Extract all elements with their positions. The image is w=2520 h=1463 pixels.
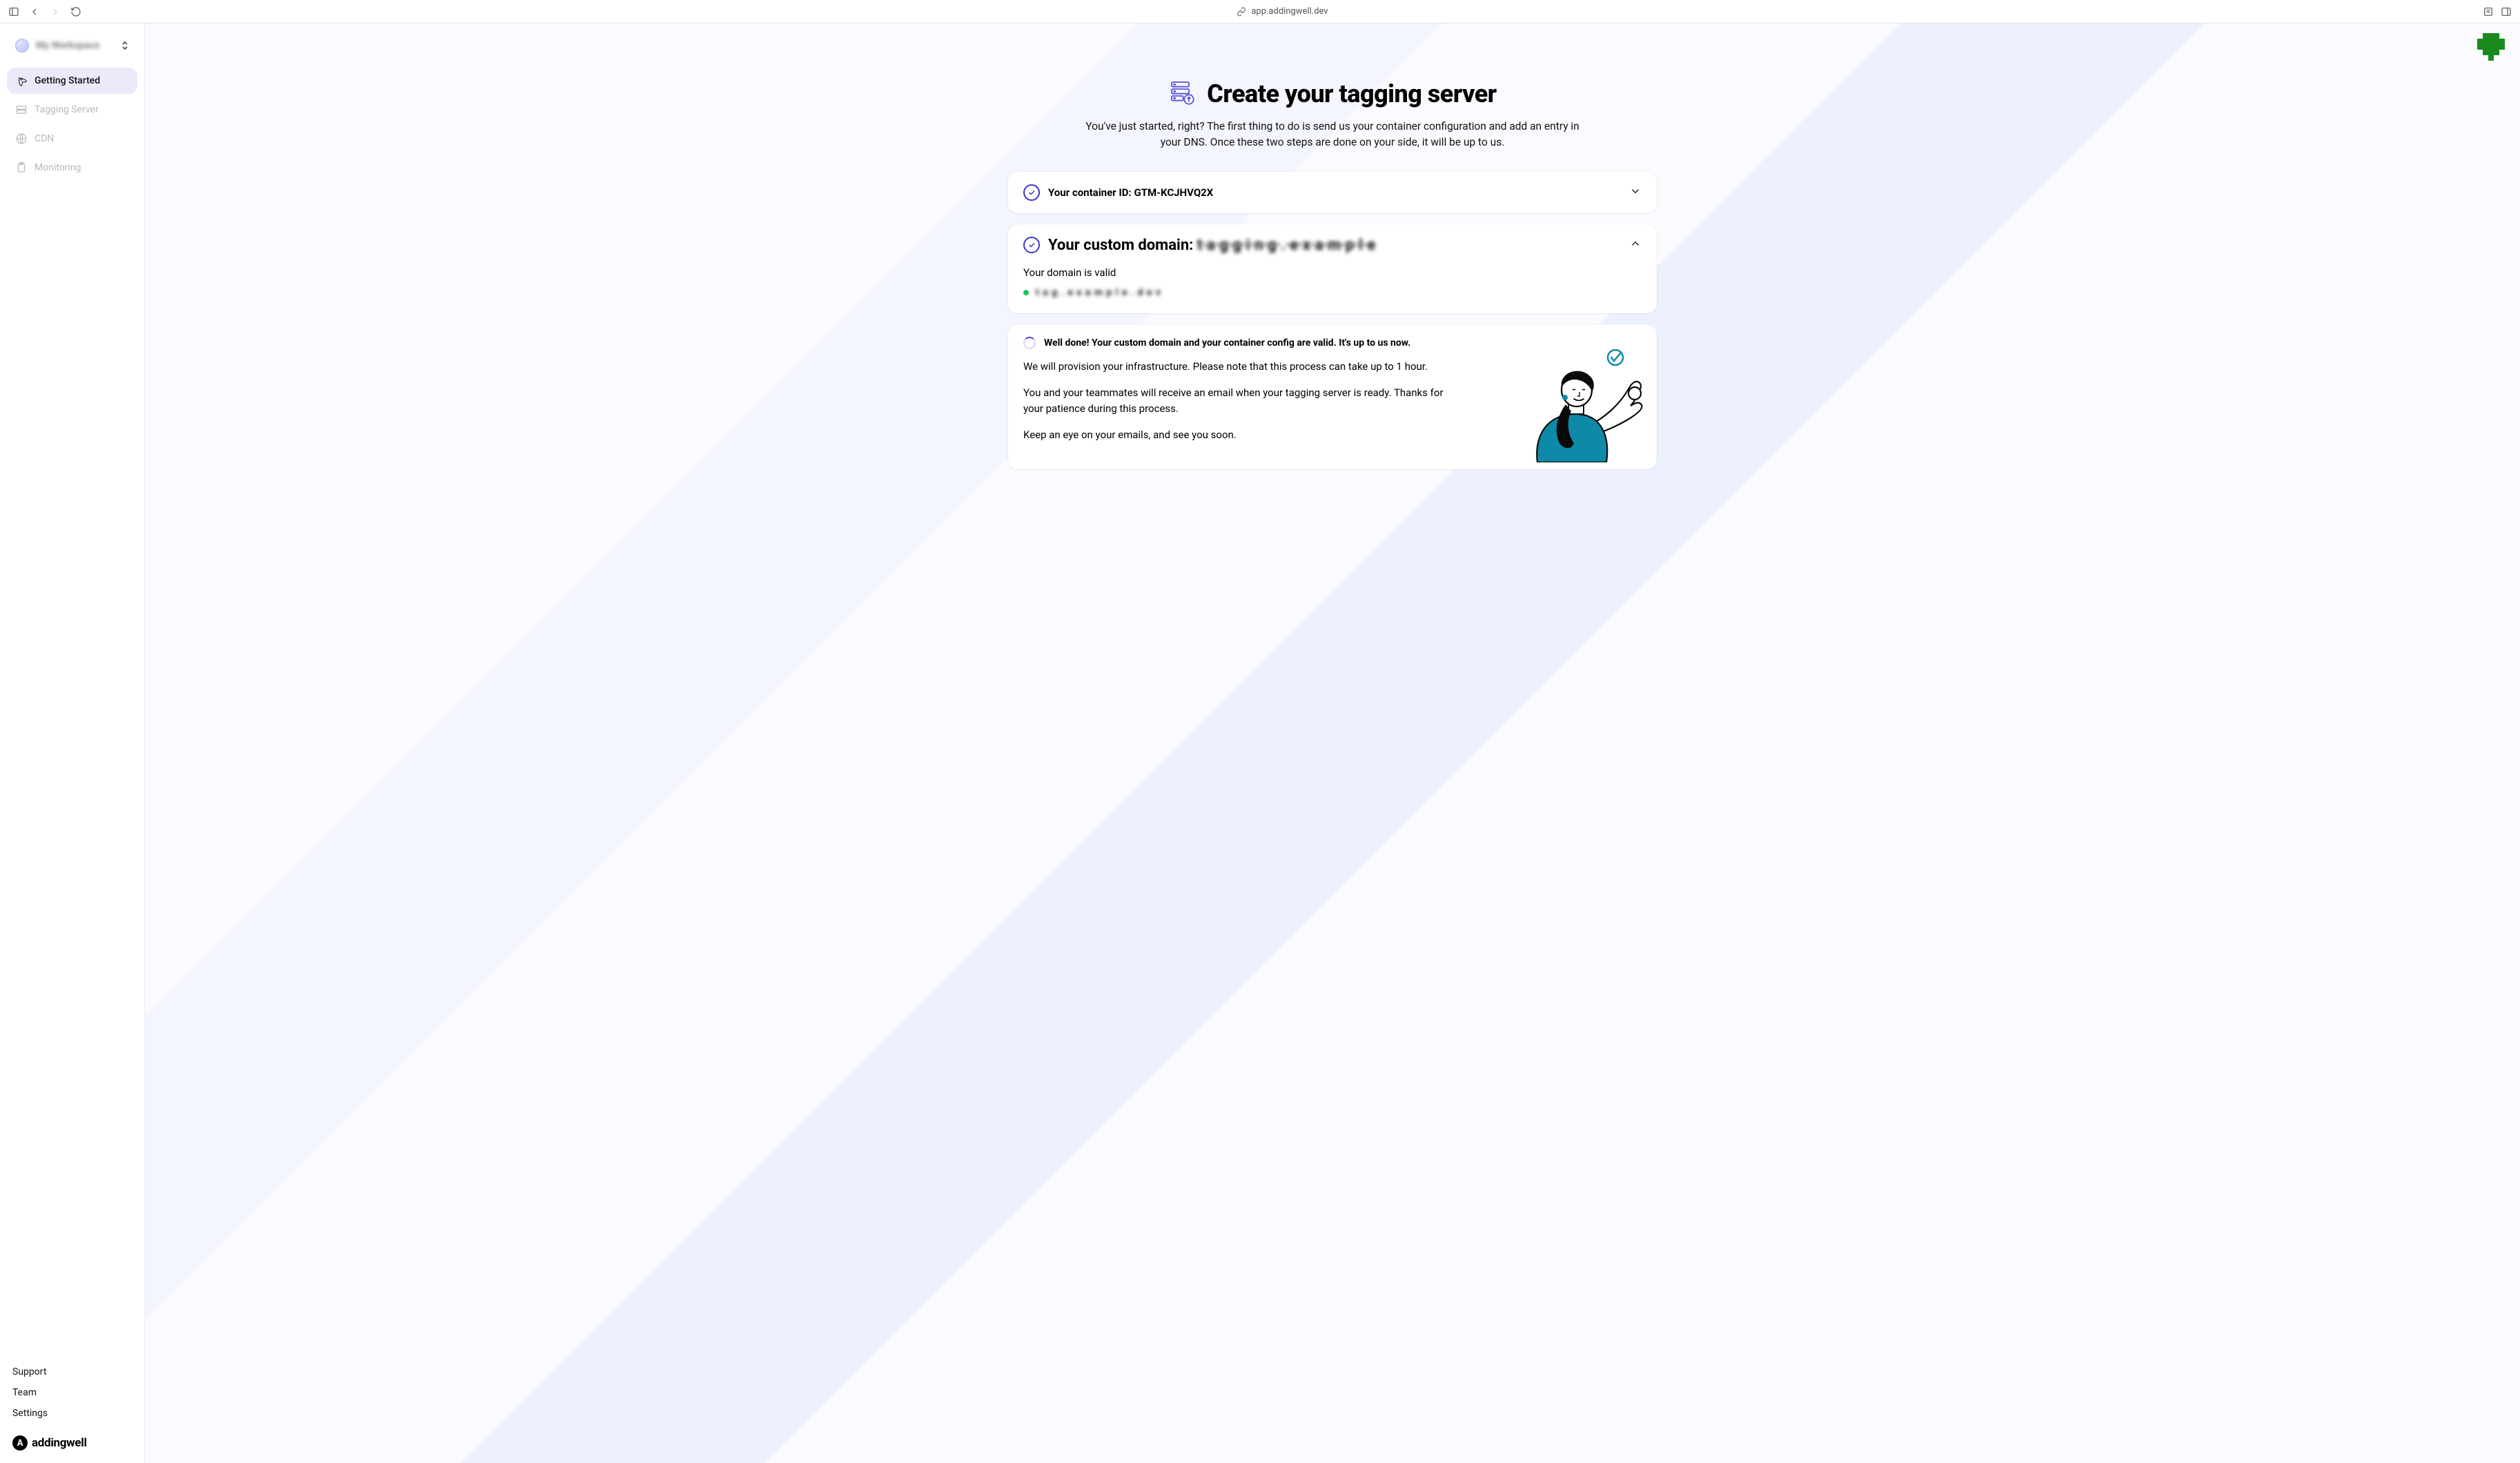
sidebar-item-label: Getting Started xyxy=(35,75,100,86)
chevron-updown-icon xyxy=(121,40,129,52)
check-circle-icon xyxy=(1023,237,1040,253)
sidebar-item-monitoring[interactable]: Monitoring xyxy=(7,155,137,181)
panel-right-icon[interactable] xyxy=(2501,6,2512,17)
well-done-p3: Keep an eye on your emails, and see you … xyxy=(1023,427,1465,443)
check-circle-icon xyxy=(1023,184,1040,201)
well-done-heading: Well done! Your custom domain and your c… xyxy=(1044,337,1410,348)
url-text[interactable]: app.addingwell.dev xyxy=(1251,6,1328,17)
domain-valid-text: Your domain is valid xyxy=(1023,266,1642,279)
globe-outline-icon xyxy=(15,132,28,145)
container-label: Your container ID: xyxy=(1048,186,1134,199)
sidebar-item-getting-started[interactable]: Getting Started xyxy=(7,68,137,94)
container-id-value: GTM-KCJHVQ2X xyxy=(1134,186,1213,199)
card-head-container[interactable]: Your container ID: GTM-KCJHVQ2X xyxy=(1008,172,1657,213)
card-head-domain[interactable]: Your custom domain: t·a·g·g·i·n·g·.·e·x·… xyxy=(1008,224,1657,266)
forward-icon xyxy=(50,6,61,17)
sidebar: My Workspace Getting Started Tagging Ser… xyxy=(0,23,145,1463)
rocket-icon xyxy=(15,75,28,87)
back-icon[interactable] xyxy=(29,6,40,17)
chevron-up-icon xyxy=(1629,237,1642,253)
clipboard-icon xyxy=(15,161,28,174)
globe-icon xyxy=(15,39,29,52)
domain-label: Your custom domain: xyxy=(1048,237,1197,254)
brand-mark-icon: A xyxy=(12,1435,28,1451)
workspace-name: My Workspace xyxy=(36,40,114,51)
well-done-p1: We will provision your infrastructure. P… xyxy=(1023,359,1465,375)
link-icon xyxy=(1236,6,1247,17)
domain-value-masked: t·a·g·g·i·n·g·.·e·x·a·m·p·l·e xyxy=(1197,237,1375,254)
workspace-switcher[interactable]: My Workspace xyxy=(8,33,136,58)
status-dot-icon xyxy=(1023,290,1029,295)
chevron-down-icon xyxy=(1629,185,1642,200)
well-done-p2: You and your teammates will receive an e… xyxy=(1023,385,1465,416)
brand-text: addingwell xyxy=(32,1436,87,1450)
reader-icon[interactable] xyxy=(2483,6,2494,17)
sidebar-item-label: CDN xyxy=(35,133,54,144)
card-title: Your custom domain: t·a·g·g·i·n·g·.·e·x·… xyxy=(1048,237,1375,254)
server-icon xyxy=(15,104,28,116)
card-body-domain: Your domain is valid t a g . e x a m p l… xyxy=(1008,266,1657,313)
spinner-icon xyxy=(1023,337,1036,349)
card-container-id: Your container ID: GTM-KCJHVQ2X xyxy=(1008,172,1657,213)
page-title: Create your tagging server xyxy=(1207,79,1496,108)
page-header: Create your tagging server You've just s… xyxy=(1008,79,1657,151)
avatar[interactable] xyxy=(2477,33,2505,61)
card-title: Your container ID: GTM-KCJHVQ2X xyxy=(1048,186,1213,199)
card-custom-domain: Your custom domain: t·a·g·g·i·n·g·.·e·x·… xyxy=(1008,224,1657,313)
domain-text-masked: t a g . e x a m p l e . d e v xyxy=(1036,287,1161,298)
sidebar-item-cdn[interactable]: CDN xyxy=(7,126,137,152)
sidebar-link-support[interactable]: Support xyxy=(12,1366,132,1377)
reload-icon[interactable] xyxy=(70,6,81,17)
panel-left-icon[interactable] xyxy=(8,6,19,17)
sidebar-nav: Getting Started Tagging Server CDN Monit… xyxy=(0,63,144,185)
sidebar-footer: Support Team Settings A addingwell xyxy=(0,1361,144,1463)
main-content: Create your tagging server You've just s… xyxy=(145,23,2520,1463)
sidebar-link-settings[interactable]: Settings xyxy=(12,1408,132,1419)
page-subtitle: You've just started, right? The first th… xyxy=(1084,119,1581,151)
brand-logo: A addingwell xyxy=(12,1435,132,1451)
browser-chrome: app.addingwell.dev xyxy=(0,0,2520,23)
sidebar-item-label: Tagging Server xyxy=(35,104,99,115)
illustration-woman-ok xyxy=(1499,345,1644,462)
well-done-body: We will provision your infrastructure. P… xyxy=(1023,359,1465,443)
domain-row: t a g . e x a m p l e . d e v xyxy=(1023,287,1642,298)
sidebar-item-label: Monitoring xyxy=(35,162,81,173)
sidebar-link-team[interactable]: Team xyxy=(12,1387,132,1398)
card-well-done: Well done! Your custom domain and your c… xyxy=(1008,324,1657,469)
server-upload-icon xyxy=(1168,79,1196,109)
sidebar-item-tagging-server[interactable]: Tagging Server xyxy=(7,97,137,123)
